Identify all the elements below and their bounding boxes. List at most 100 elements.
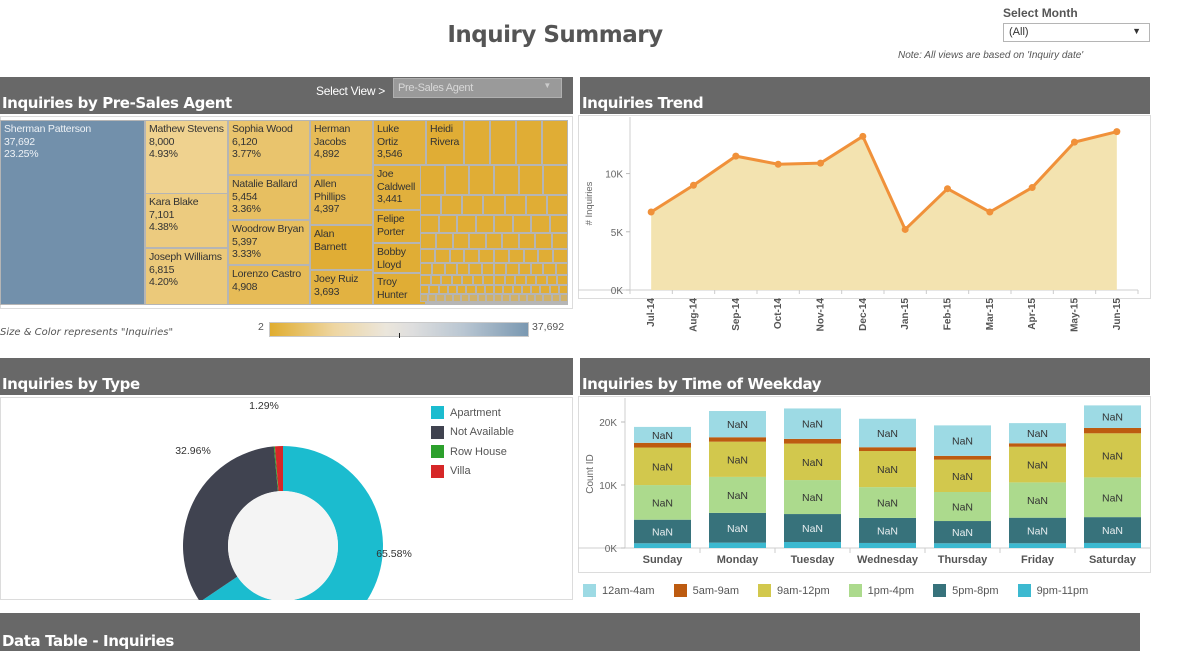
treemap-cell[interactable]	[452, 233, 470, 249]
treemap-cell[interactable]	[521, 285, 531, 294]
treemap-cell[interactable]	[558, 285, 568, 294]
treemap-cell[interactable]	[485, 294, 494, 302]
treemap-cell[interactable]	[546, 275, 558, 285]
treemap-cell[interactable]	[523, 249, 539, 263]
bar-segment-5am-9am[interactable]	[709, 437, 766, 442]
month-select[interactable]: (All) ▼	[1003, 23, 1150, 42]
treemap-cell[interactable]	[438, 285, 448, 294]
treemap-cell[interactable]	[436, 233, 453, 249]
treemap-cell[interactable]	[420, 263, 433, 275]
treemap-cell[interactable]: Allen Phillips 4,397	[310, 175, 373, 225]
treemap-cell[interactable]: Herman Jacobs 4,892	[310, 120, 373, 175]
treemap-cell[interactable]	[485, 233, 503, 249]
treemap-cell[interactable]	[525, 195, 547, 215]
legend-item[interactable]: Not Available	[431, 423, 514, 443]
trend-point[interactable]	[986, 208, 994, 216]
treemap-cell[interactable]	[518, 233, 536, 249]
treemap-cell[interactable]	[475, 215, 494, 233]
treemap-cell[interactable]	[557, 275, 568, 285]
trend-point[interactable]	[1071, 138, 1078, 146]
bar-segment-9pm-11pm[interactable]	[1009, 543, 1066, 548]
treemap-cell[interactable]	[546, 195, 568, 215]
trend-point[interactable]	[647, 208, 655, 216]
treemap-cell[interactable]	[420, 195, 442, 215]
treemap-cell[interactable]	[494, 263, 507, 275]
legend-item[interactable]: 1pm-4pm	[848, 584, 914, 597]
treemap-cell[interactable]: Luke Ortiz 3,546	[373, 120, 426, 165]
treemap-cell[interactable]	[441, 275, 452, 285]
legend-item[interactable]: Villa	[431, 462, 514, 482]
treemap-cell[interactable]	[551, 294, 560, 302]
treemap-cell[interactable]	[420, 215, 439, 233]
treemap-cell[interactable]	[475, 285, 485, 294]
treemap-cell[interactable]	[510, 294, 519, 302]
treemap-cell[interactable]	[490, 120, 516, 165]
treemap-cell[interactable]	[420, 249, 435, 263]
trend-point[interactable]	[817, 159, 824, 167]
treemap-cell[interactable]	[464, 249, 480, 263]
bar-segment-9pm-11pm[interactable]	[1084, 542, 1141, 548]
trend-point[interactable]	[901, 225, 909, 233]
treemap-cell[interactable]	[535, 233, 552, 249]
treemap-cell[interactable]	[452, 294, 462, 302]
treemap-cell[interactable]: Kara Blake 7,101 4.38%	[145, 193, 228, 248]
bar-segment-9pm-11pm[interactable]	[634, 543, 691, 548]
treemap-cell[interactable]	[449, 249, 465, 263]
bar-segment-9pm-11pm[interactable]	[709, 542, 766, 548]
treemap-cell[interactable]	[559, 294, 568, 302]
treemap-cell[interactable]	[466, 285, 476, 294]
treemap-cell[interactable]: Joe Caldwell 3,441	[373, 165, 426, 210]
legend-item[interactable]: Apartment	[431, 403, 514, 423]
bar-segment-9pm-11pm[interactable]	[934, 543, 991, 548]
treemap-cell[interactable]	[543, 263, 556, 275]
treemap-cell[interactable]	[549, 215, 568, 233]
treemap-cell[interactable]	[553, 249, 568, 263]
view-select[interactable]: Pre-Sales Agent ▼	[393, 78, 562, 98]
trend-point[interactable]	[690, 181, 697, 189]
bar-segment-9pm-11pm[interactable]	[859, 542, 916, 548]
treemap-cell[interactable]	[494, 215, 513, 233]
treemap-cell[interactable]	[551, 233, 568, 249]
treemap-cell[interactable]	[518, 263, 531, 275]
treemap-cell[interactable]	[502, 294, 511, 302]
treemap-cell[interactable]	[451, 275, 463, 285]
treemap-cell[interactable]	[543, 165, 568, 195]
legend-item[interactable]: 12am-4am	[583, 584, 655, 597]
treemap-cell[interactable]	[438, 215, 457, 233]
treemap-cell[interactable]	[420, 294, 429, 302]
treemap-cell[interactable]	[494, 165, 519, 195]
treemap-cell[interactable]	[429, 285, 439, 294]
treemap-cell[interactable]	[518, 294, 527, 302]
treemap-cell[interactable]	[535, 294, 544, 302]
treemap-cell[interactable]	[477, 294, 486, 302]
treemap-cell[interactable]	[540, 285, 550, 294]
treemap-cell[interactable]	[549, 285, 559, 294]
treemap-cell[interactable]	[420, 275, 431, 285]
treemap-cell[interactable]	[430, 275, 442, 285]
treemap-cell[interactable]	[483, 195, 505, 215]
treemap-cell[interactable]	[504, 195, 526, 215]
treemap-cell[interactable]	[428, 294, 437, 302]
trend-point[interactable]	[1028, 184, 1036, 192]
treemap-cell[interactable]	[494, 249, 509, 263]
trend-point[interactable]	[859, 132, 867, 140]
treemap-cell[interactable]	[542, 120, 568, 165]
treemap-cell[interactable]	[457, 215, 476, 233]
treemap-cell[interactable]	[441, 195, 463, 215]
treemap-cell[interactable]: Joseph Williams 6,815 4.20%	[145, 248, 228, 305]
trend-point[interactable]	[774, 160, 782, 168]
treemap-cell[interactable]: Joey Ruiz 3,693	[310, 270, 373, 305]
treemap-cell[interactable]	[508, 249, 524, 263]
treemap-cell[interactable]	[538, 249, 554, 263]
treemap-cell[interactable]	[494, 275, 505, 285]
treemap-cell[interactable]	[506, 263, 519, 275]
treemap-cell[interactable]: Bobby Lloyd	[373, 243, 426, 273]
treemap-cell[interactable]	[444, 294, 453, 302]
treemap-cell[interactable]	[469, 165, 494, 195]
bar-segment-9pm-11pm[interactable]	[784, 542, 841, 548]
treemap-cell[interactable]	[518, 165, 544, 195]
treemap-cell[interactable]	[481, 263, 494, 275]
treemap-cell[interactable]	[536, 275, 547, 285]
treemap-cell[interactable]	[432, 263, 445, 275]
treemap-cell[interactable]	[436, 294, 445, 302]
